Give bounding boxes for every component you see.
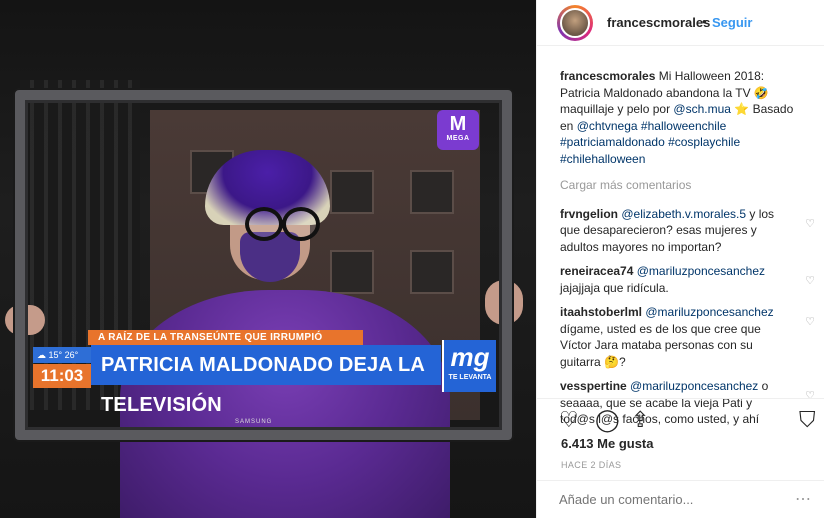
- caption-mention-1[interactable]: @sch.mua: [673, 102, 731, 116]
- news-headline: PATRICIA MALDONADO DEJA LA TELEVISIÓN: [91, 345, 441, 416]
- load-more-comments[interactable]: Cargar más comentarios: [560, 177, 805, 194]
- list-item: itaahstoberlml @mariluzponcesanchez díga…: [560, 304, 815, 370]
- heart-icon[interactable]: ♡: [805, 216, 815, 233]
- header-username[interactable]: francescmorales: [607, 15, 710, 30]
- comment-username[interactable]: vesspertine: [560, 379, 627, 393]
- show-logo-box: mg TE LEVANTA: [442, 340, 496, 392]
- comment-text: jajajjaja que ridícula.: [560, 280, 669, 295]
- list-item: reneiracea74 @mariluzponcesanchez jajajj…: [560, 263, 815, 296]
- comment-icon[interactable]: ◯: [595, 407, 620, 433]
- more-options-icon[interactable]: ⋯: [795, 489, 811, 509]
- like-icon[interactable]: ♡: [559, 407, 579, 433]
- weather-low: 15°: [48, 350, 63, 360]
- cloud-icon: ☁: [37, 350, 46, 360]
- avatar[interactable]: [557, 5, 593, 41]
- follow-button[interactable]: Seguir: [712, 15, 752, 30]
- comment-mention[interactable]: @elizabeth.v.morales.5: [621, 207, 746, 221]
- comment-mention[interactable]: @mariluzponcesanchez: [630, 379, 758, 393]
- comment-username[interactable]: reneiracea74: [560, 264, 633, 278]
- tv-brand: SAMSUNG: [235, 419, 273, 425]
- list-item: frvngelion @elizabeth.v.morales.5 y los …: [560, 206, 815, 256]
- news-ticker-top: A RAÍZ DE LA TRANSEÚNTE QUE IRRUMPIÓ DES…: [88, 330, 363, 358]
- weather-box: ☁ 15° 26°: [33, 347, 91, 363]
- show-logo: mg: [450, 342, 490, 372]
- post-timestamp[interactable]: HACE 2 DÍAS: [561, 460, 621, 470]
- mega-logo-text: MEGA: [446, 135, 470, 142]
- comment-username[interactable]: itaahstoberlml: [560, 305, 642, 319]
- header-separator: •: [702, 14, 707, 29]
- comment-username[interactable]: frvngelion: [560, 207, 618, 221]
- action-bar: ♡ ◯ ⇪ ⛉: [537, 398, 824, 439]
- comments-list: francescmorales Mi Halloween 2018: Patri…: [560, 68, 815, 436]
- instagram-post: SAMSUNG M MEGA A RAÍZ DE LA TRANSEÚNTE Q…: [0, 0, 824, 518]
- comment-mention[interactable]: @mariluzponcesanchez: [645, 305, 773, 319]
- tv-clock: 11:03: [33, 364, 91, 388]
- comment-mention[interactable]: @mariluzponcesanchez: [637, 264, 765, 278]
- post-sidebar: francescmorales • Seguir francescmorales…: [536, 0, 824, 518]
- comment-text: dígame, usted es de los que cree que Víc…: [560, 321, 761, 369]
- caption: francescmorales Mi Halloween 2018: Patri…: [560, 68, 805, 167]
- heart-icon[interactable]: ♡: [805, 314, 815, 331]
- caption-username[interactable]: francescmorales: [560, 69, 655, 83]
- comment-input[interactable]: [557, 491, 781, 508]
- heart-icon[interactable]: ♡: [805, 273, 815, 290]
- share-icon[interactable]: ⇪: [631, 407, 649, 433]
- mega-channel-logo: M MEGA: [437, 110, 479, 150]
- caption-mention-2[interactable]: @chtvnega: [577, 119, 638, 133]
- show-subtitle: TE LEVANTA: [448, 374, 492, 381]
- post-header: francescmorales • Seguir: [537, 0, 824, 46]
- weather-high: 26°: [64, 350, 79, 360]
- likes-count[interactable]: 6.413 Me gusta: [561, 436, 654, 451]
- post-photo[interactable]: SAMSUNG M MEGA A RAÍZ DE LA TRANSEÚNTE Q…: [0, 0, 536, 518]
- add-comment-bar: ⋯: [537, 480, 824, 519]
- save-icon[interactable]: ⛉: [799, 407, 816, 433]
